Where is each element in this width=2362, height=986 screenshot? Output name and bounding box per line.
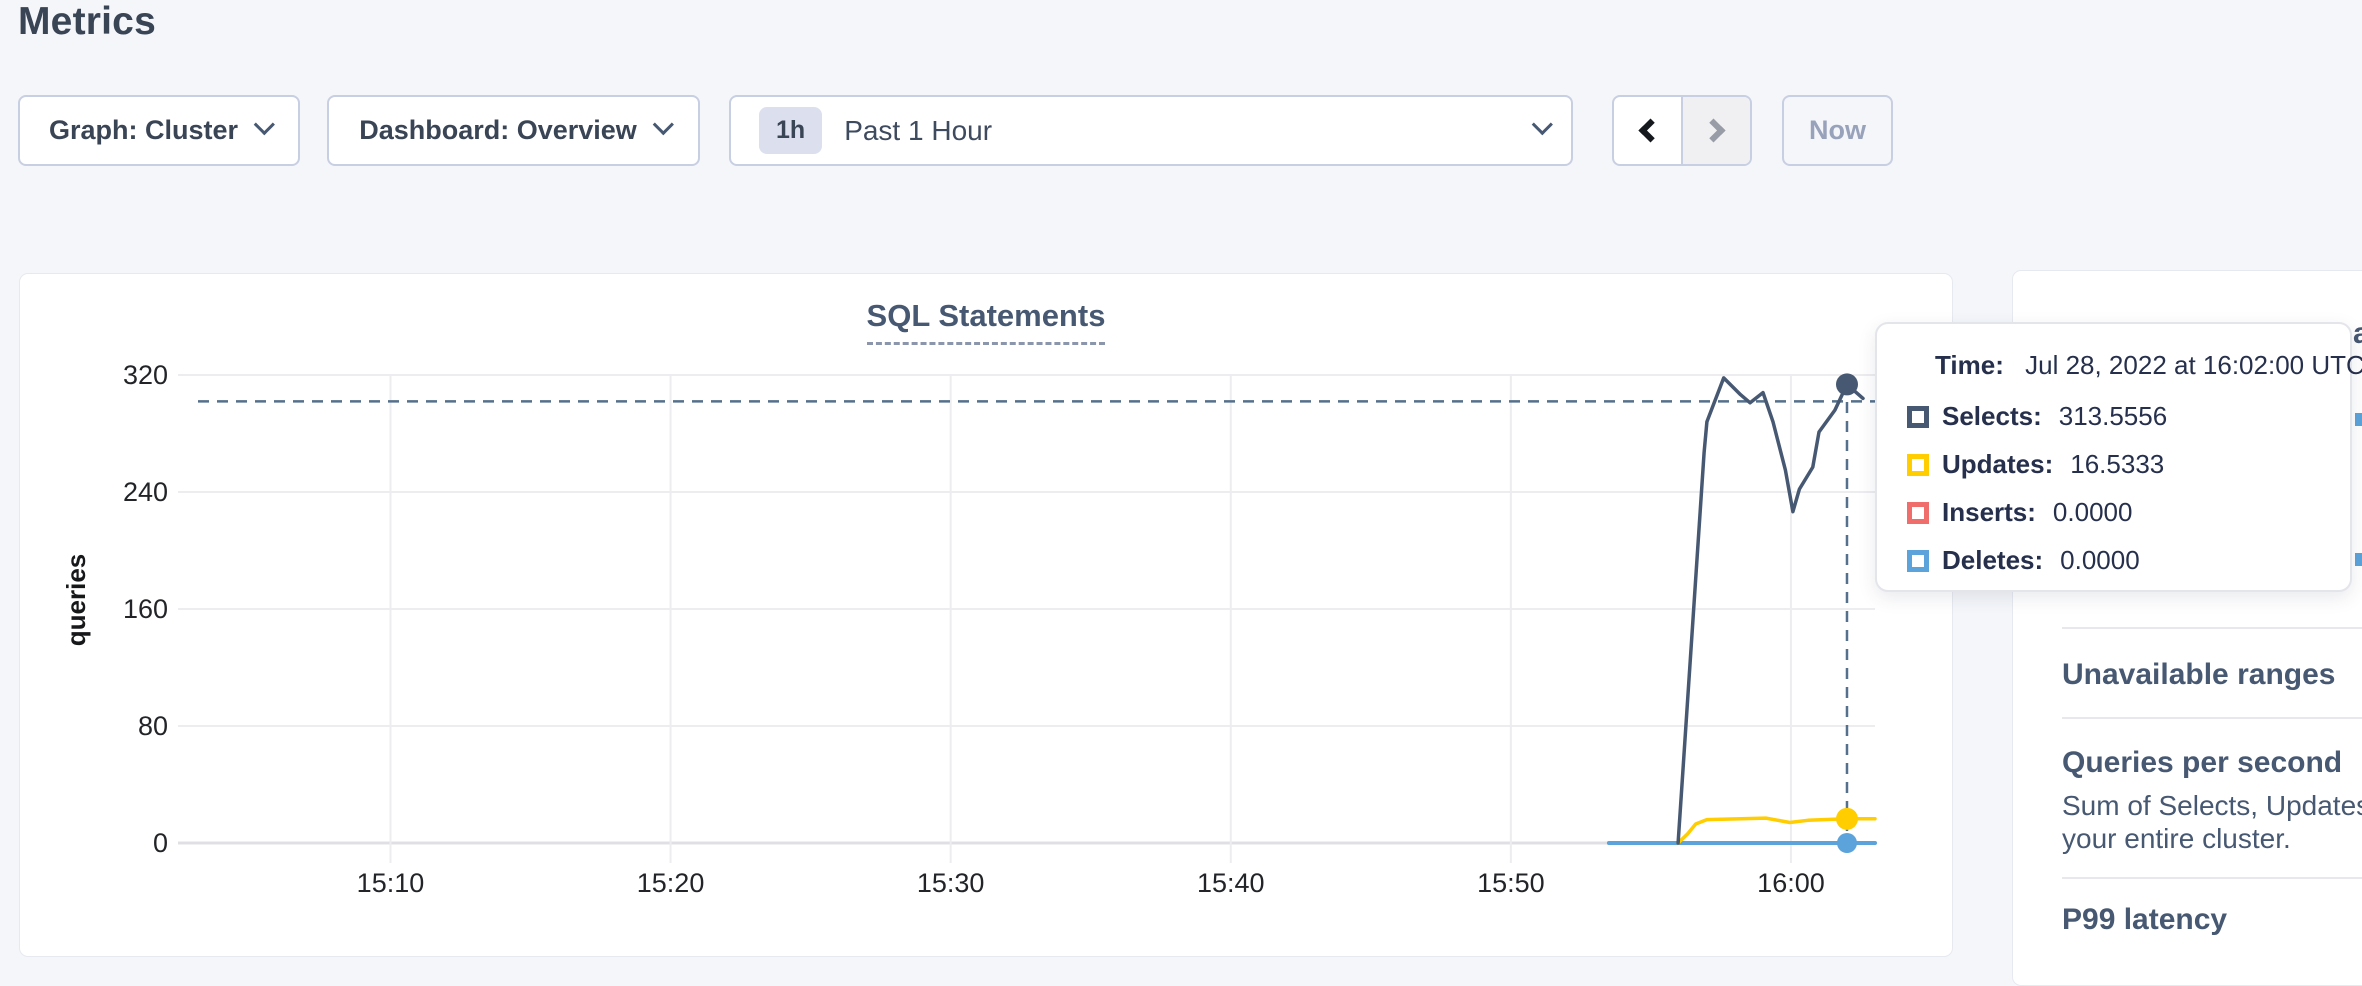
tooltip-time-row: Time: Jul 28, 2022 at 16:02:00 UTC <box>1877 350 2350 381</box>
chevron-left-icon <box>1638 118 1662 142</box>
time-range-badge: 1h <box>759 107 822 154</box>
tooltip-series-label: Deletes: <box>1942 545 2043 576</box>
graph-dropdown[interactable]: Graph: Cluster <box>18 95 300 166</box>
tooltip-row-updates: Updates: 16.5333 <box>1877 451 2350 478</box>
updates-legend-swatch-icon <box>1907 454 1929 476</box>
sidebar-clipped-heading: a <box>2353 317 2362 351</box>
sidebar-item-description-line: your entire cluster. <box>2062 823 2291 855</box>
sidebar-divider <box>2062 627 2362 629</box>
sidebar-item-p99-latency: P99 latency <box>2062 903 2227 937</box>
tooltip-time-label: Time: <box>1935 350 2004 380</box>
tooltip-row-deletes: Deletes: 0.0000 <box>1877 547 2350 574</box>
chevron-down-icon <box>653 114 674 135</box>
chevron-down-icon <box>1532 114 1553 135</box>
sidebar-clipped-blue-mark <box>2355 413 2362 426</box>
time-range-label: Past 1 Hour <box>844 115 992 147</box>
selects-legend-swatch-icon <box>1907 406 1929 428</box>
tooltip-row-selects: Selects: 313.5556 <box>1877 403 2350 430</box>
sidebar-item-unavailable-ranges: Unavailable ranges <box>2062 658 2335 692</box>
dashboard-dropdown-label: Dashboard: Overview <box>359 115 637 146</box>
tooltip-series-label: Selects: <box>1942 401 2042 432</box>
chevron-down-icon <box>254 114 275 135</box>
chevron-right-icon <box>1701 118 1725 142</box>
chart-hover-tooltip: Time: Jul 28, 2022 at 16:02:00 UTC Selec… <box>1875 322 2352 592</box>
chart-title[interactable]: SQL Statements <box>867 298 1106 345</box>
dashboard-dropdown[interactable]: Dashboard: Overview <box>327 95 700 166</box>
time-nav-group <box>1612 95 1752 166</box>
tooltip-row-inserts: Inserts: 0.0000 <box>1877 499 2350 526</box>
tooltip-series-label: Inserts: <box>1942 497 2036 528</box>
prev-time-button[interactable] <box>1614 97 1681 164</box>
sidebar-item-description-line: Sum of Selects, Updates, Inser <box>2062 790 2362 822</box>
now-button[interactable]: Now <box>1782 95 1893 166</box>
tooltip-series-label: Updates: <box>1942 449 2053 480</box>
sidebar-divider <box>2062 717 2362 719</box>
sidebar-item-queries-per-second: Queries per second <box>2062 746 2342 780</box>
graph-dropdown-label: Graph: Cluster <box>49 115 238 146</box>
tooltip-series-value: 0.0000 <box>2053 497 2133 528</box>
tooltip-series-value: 0.0000 <box>2060 545 2140 576</box>
sql-statements-chart-card <box>19 273 1953 957</box>
next-time-button[interactable] <box>1681 97 1750 164</box>
sidebar-clipped-blue-mark <box>2355 553 2362 566</box>
tooltip-series-value: 313.5556 <box>2059 401 2167 432</box>
tooltip-time-value: Jul 28, 2022 at 16:02:00 UTC <box>2025 350 2362 380</box>
inserts-legend-swatch-icon <box>1907 502 1929 524</box>
deletes-legend-swatch-icon <box>1907 550 1929 572</box>
tooltip-series-value: 16.5333 <box>2070 449 2164 480</box>
sidebar-divider <box>2062 877 2362 879</box>
page-title: Metrics <box>18 0 156 44</box>
chart-title-wrap: SQL Statements <box>19 298 1953 345</box>
time-range-dropdown[interactable]: 1h Past 1 Hour <box>729 95 1573 166</box>
